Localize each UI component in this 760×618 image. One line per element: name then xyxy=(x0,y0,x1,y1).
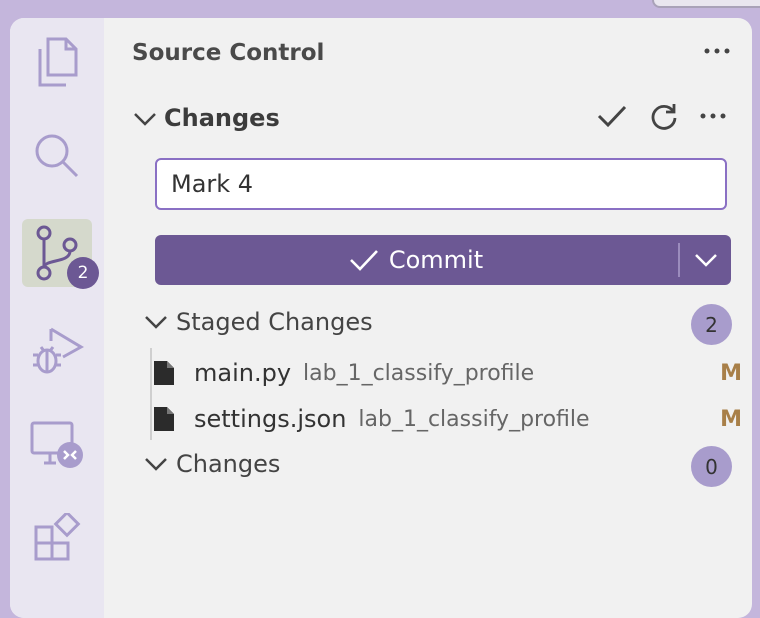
window-tab-edge xyxy=(652,0,760,8)
extensions-icon xyxy=(34,513,81,561)
source-control-panel: Source Control Changes Commit S xyxy=(104,18,752,618)
staged-count-badge: 2 xyxy=(691,304,732,345)
source-control-button[interactable]: 2 xyxy=(22,219,99,289)
more-icon xyxy=(704,48,730,54)
changes-count-badge: 0 xyxy=(691,446,732,487)
source-control-badge: 2 xyxy=(67,257,99,289)
file-path: lab_1_classify_profile xyxy=(358,406,590,432)
file-name: main.py xyxy=(194,359,292,387)
run-debug-button[interactable] xyxy=(22,316,92,384)
more-icon[interactable] xyxy=(700,112,726,120)
staged-changes-header[interactable]: Staged Changes xyxy=(144,308,373,336)
file-status: M xyxy=(720,406,742,432)
chevron-down-icon xyxy=(145,458,167,471)
changes-section-header[interactable]: Changes xyxy=(132,104,280,132)
remote-explorer-icon xyxy=(30,421,83,468)
remote-explorer-button[interactable] xyxy=(22,410,92,478)
search-button[interactable] xyxy=(22,122,92,190)
list-item[interactable]: main.py lab_1_classify_profile M xyxy=(150,351,750,395)
file-path: lab_1_classify_profile xyxy=(303,360,535,386)
chevron-down-icon xyxy=(694,254,717,267)
staged-changes-label: Staged Changes xyxy=(176,308,373,336)
changes-section-label: Changes xyxy=(164,104,280,132)
commit-button[interactable]: Commit xyxy=(155,235,677,285)
run-debug-icon xyxy=(33,327,84,374)
source-control-window: 2 Source Control Changes Mark 4 Commit S… xyxy=(10,18,752,618)
list-item[interactable]: settings.json lab_1_classify_profile M xyxy=(150,397,750,441)
panel-title: Source Control xyxy=(132,40,325,66)
file-icon xyxy=(154,361,174,385)
extensions-button[interactable] xyxy=(22,504,92,572)
chevron-down-icon xyxy=(134,113,156,126)
commit-button-label: Commit xyxy=(388,246,484,274)
explorer-icon xyxy=(38,37,78,87)
search-icon xyxy=(35,134,79,178)
chevron-down-icon xyxy=(145,316,167,329)
section-toolbar xyxy=(596,102,726,130)
panel-more-button[interactable] xyxy=(704,40,730,59)
refresh-icon[interactable] xyxy=(650,102,678,130)
commit-button-group: Commit xyxy=(155,235,731,285)
changes-group-header[interactable]: Changes xyxy=(144,450,280,478)
commit-dropdown-button[interactable] xyxy=(680,235,731,285)
file-name: settings.json xyxy=(194,405,347,433)
file-status: M xyxy=(720,360,742,386)
activity-bar: 2 xyxy=(10,18,104,618)
check-icon[interactable] xyxy=(596,103,628,129)
check-icon xyxy=(349,250,378,271)
file-icon xyxy=(154,407,174,431)
explorer-button[interactable] xyxy=(22,28,92,96)
commit-message-input[interactable] xyxy=(155,158,727,210)
changes-group-label: Changes xyxy=(176,450,281,478)
